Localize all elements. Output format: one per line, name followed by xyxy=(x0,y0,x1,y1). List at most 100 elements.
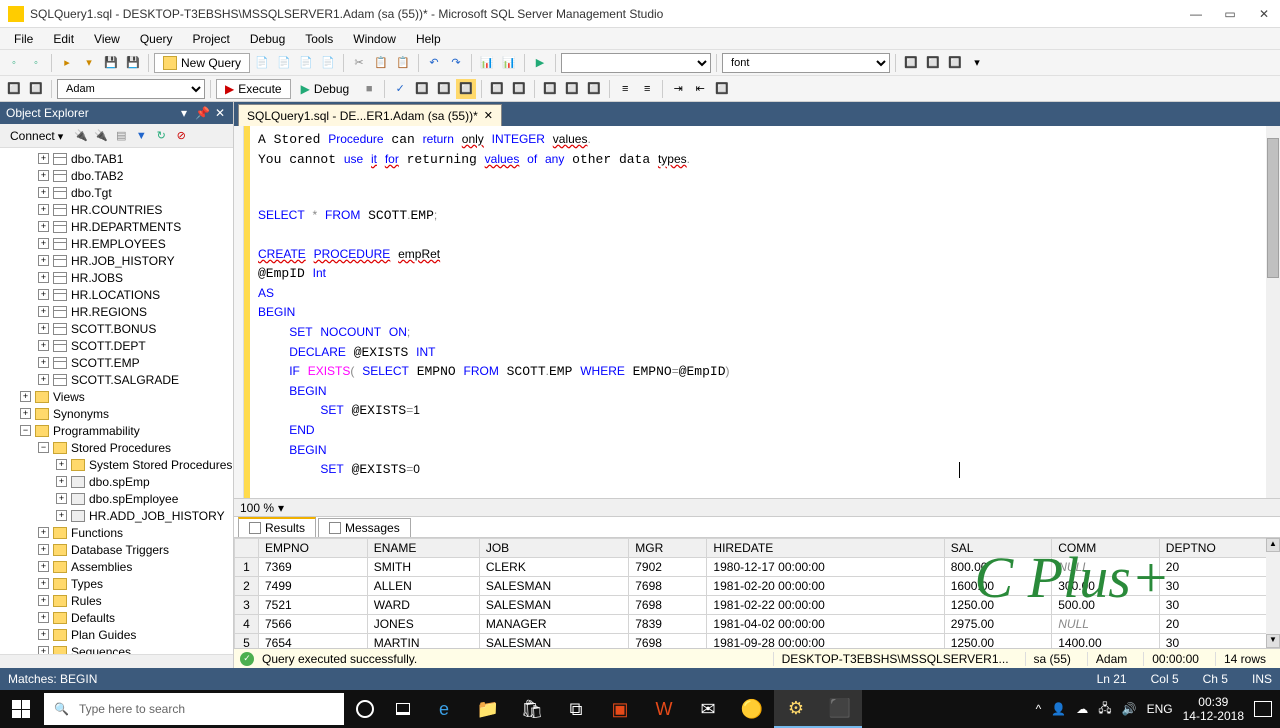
open-button[interactable]: ▾ xyxy=(79,53,99,73)
tool-icon[interactable]: 🔲 xyxy=(412,79,432,99)
tray-clock[interactable]: 00:39 14-12-2018 xyxy=(1183,695,1244,724)
tool-icon[interactable]: 🔲 xyxy=(562,79,582,99)
menu-tools[interactable]: Tools xyxy=(295,30,343,48)
results-vertical-scrollbar[interactable]: ▲ ▼ xyxy=(1266,538,1280,648)
expand-icon[interactable]: + xyxy=(38,153,49,164)
tree-item[interactable]: +dbo.spEmployee xyxy=(0,490,233,507)
tree-item[interactable]: +SCOTT.SALGRADE xyxy=(0,371,233,388)
parse-icon[interactable]: ✓ xyxy=(390,79,410,99)
expand-icon[interactable]: + xyxy=(38,272,49,283)
cell[interactable]: SMITH xyxy=(367,558,479,577)
tree-item[interactable]: +SCOTT.DEPT xyxy=(0,337,233,354)
menu-project[interactable]: Project xyxy=(183,30,240,48)
menu-view[interactable]: View xyxy=(84,30,130,48)
paste-icon[interactable]: 📋 xyxy=(393,53,413,73)
task-view-button[interactable] xyxy=(384,703,422,715)
undo-icon[interactable]: ↶ xyxy=(424,53,444,73)
menu-help[interactable]: Help xyxy=(406,30,451,48)
cell[interactable]: 1981-09-28 00:00:00 xyxy=(707,634,944,649)
cell[interactable]: 1981-04-02 00:00:00 xyxy=(707,615,944,634)
taskbar-app-obs[interactable]: ⬛ xyxy=(818,690,862,728)
cell[interactable]: 1250.00 xyxy=(944,634,1052,649)
tool-icon[interactable]: 📄 xyxy=(296,53,316,73)
tree-item[interactable]: −Stored Procedures xyxy=(0,439,233,456)
cell[interactable]: 7499 xyxy=(259,577,368,596)
play-icon[interactable]: ▶ xyxy=(530,53,550,73)
oe-icon[interactable]: ⊘ xyxy=(173,128,189,144)
scroll-up-icon[interactable]: ▲ xyxy=(1266,538,1280,552)
cortana-button[interactable] xyxy=(346,700,384,718)
cell[interactable]: 20 xyxy=(1159,558,1279,577)
column-header[interactable]: MGR xyxy=(629,539,707,558)
back-button[interactable]: ◦ xyxy=(4,53,24,73)
results-tab[interactable]: Results xyxy=(238,517,316,537)
tree-item[interactable]: +dbo.Tgt xyxy=(0,184,233,201)
expand-icon[interactable]: + xyxy=(38,187,49,198)
cell[interactable]: 7654 xyxy=(259,634,368,649)
new-query-button[interactable]: New Query xyxy=(154,53,250,73)
table-row[interactable]: 47566JONESMANAGER78391981-04-02 00:00:00… xyxy=(235,615,1280,634)
close-panel-icon[interactable]: ✕ xyxy=(213,106,227,120)
comment-icon[interactable]: ≡ xyxy=(615,79,635,99)
cell[interactable]: ALLEN xyxy=(367,577,479,596)
tool-icon[interactable]: 📊 xyxy=(477,53,497,73)
taskbar-search[interactable]: 🔍 Type here to search xyxy=(44,693,344,725)
oe-icon[interactable]: 🔌 xyxy=(73,128,89,144)
tool-icon[interactable]: 🔲 xyxy=(509,79,529,99)
expand-icon[interactable]: + xyxy=(20,408,31,419)
new-button[interactable]: ▸ xyxy=(57,53,77,73)
system-tray[interactable]: ^ 👤 ☁ 🖧 🔊 ENG 00:39 14-12-2018 xyxy=(1036,695,1280,724)
cell[interactable]: MANAGER xyxy=(479,615,628,634)
cell[interactable]: 30 xyxy=(1159,596,1279,615)
pin-icon[interactable]: 📌 xyxy=(195,106,209,120)
tree-item[interactable]: +System Stored Procedures xyxy=(0,456,233,473)
tree-item[interactable]: +dbo.TAB1 xyxy=(0,150,233,167)
save-button[interactable]: 💾 xyxy=(101,53,121,73)
horizontal-scrollbar[interactable] xyxy=(0,654,233,668)
oe-icon[interactable]: 🔌 xyxy=(93,128,109,144)
cell[interactable]: 1 xyxy=(235,558,259,577)
cell[interactable]: CLERK xyxy=(479,558,628,577)
tool-icon[interactable]: 📄 xyxy=(252,53,272,73)
expand-icon[interactable]: + xyxy=(38,527,49,538)
cell[interactable]: 7839 xyxy=(629,615,707,634)
cell[interactable]: 7698 xyxy=(629,577,707,596)
taskbar-app-explorer[interactable]: 📁 xyxy=(466,690,510,728)
tree-item[interactable]: +SCOTT.EMP xyxy=(0,354,233,371)
tool-icon[interactable]: 🔲 xyxy=(584,79,604,99)
taskbar-app-office[interactable]: ▣ xyxy=(598,690,642,728)
menu-debug[interactable]: Debug xyxy=(240,30,295,48)
taskbar-app-ssms[interactable]: ⚙ xyxy=(774,690,818,728)
tray-lang[interactable]: ENG xyxy=(1147,702,1173,716)
expand-icon[interactable]: + xyxy=(38,306,49,317)
cell[interactable]: 1400.00 xyxy=(1052,634,1160,649)
column-header[interactable]: JOB xyxy=(479,539,628,558)
expand-icon[interactable]: + xyxy=(38,544,49,555)
cell[interactable]: WARD xyxy=(367,596,479,615)
expand-icon[interactable]: + xyxy=(38,357,49,368)
tree-item[interactable]: +Functions xyxy=(0,524,233,541)
menu-edit[interactable]: Edit xyxy=(43,30,84,48)
indent-icon[interactable]: ⇥ xyxy=(668,79,688,99)
connect-button[interactable]: Connect ▾ xyxy=(4,127,69,145)
tray-notifications-icon[interactable] xyxy=(1254,701,1272,717)
tree-item[interactable]: +Synonyms xyxy=(0,405,233,422)
tree-item[interactable]: +Plan Guides xyxy=(0,626,233,643)
cell[interactable]: 2975.00 xyxy=(944,615,1052,634)
taskbar-app-mail[interactable]: ✉ xyxy=(686,690,730,728)
tray-chevron-icon[interactable]: ^ xyxy=(1036,702,1042,716)
stop-icon[interactable]: ■ xyxy=(359,79,379,99)
outdent-icon[interactable]: ⇤ xyxy=(690,79,710,99)
cell[interactable]: 3 xyxy=(235,596,259,615)
font-combo[interactable]: font xyxy=(722,53,890,73)
tray-network-icon[interactable]: 🖧 xyxy=(1098,699,1111,720)
dropdown-icon[interactable]: ▾ xyxy=(177,106,191,120)
cell[interactable]: SALESMAN xyxy=(479,634,628,649)
close-button[interactable]: ✕ xyxy=(1256,6,1272,22)
cell[interactable]: 1980-12-17 00:00:00 xyxy=(707,558,944,577)
tray-onedrive-icon[interactable]: ☁ xyxy=(1076,702,1088,716)
tray-volume-icon[interactable]: 🔊 xyxy=(1122,702,1137,716)
taskbar-app-store[interactable]: 🛍 xyxy=(510,690,554,728)
expand-icon[interactable]: − xyxy=(20,425,31,436)
expand-icon[interactable]: + xyxy=(38,374,49,385)
